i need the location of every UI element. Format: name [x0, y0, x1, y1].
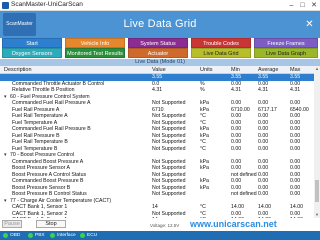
- nav-actuator-button[interactable]: Actuator: [128, 48, 188, 58]
- window-titlebar: ScanMaster-UniCarScan – □ ✕: [0, 0, 320, 11]
- status-pbx: PBX: [35, 233, 45, 238]
- grid-column-headers: Description Value Units Min Average Max: [0, 66, 320, 74]
- nav-start-button[interactable]: Start: [2, 38, 62, 48]
- window-close-button[interactable]: ✕: [308, 0, 320, 11]
- app-icon: [2, 2, 9, 9]
- pause-button[interactable]: Pause: [2, 220, 22, 228]
- minimize-button[interactable]: –: [286, 0, 297, 11]
- col-average[interactable]: Average: [258, 66, 278, 74]
- pbx-status-icon: [28, 233, 33, 238]
- website-link[interactable]: www.unicarscan.net: [190, 219, 277, 229]
- scroll-thumb[interactable]: [315, 180, 319, 202]
- col-max[interactable]: Max: [290, 66, 300, 74]
- nav-row-1: Start Vehicle Info System Status Trouble…: [0, 38, 320, 48]
- nav-system-status-button[interactable]: System Status: [128, 38, 188, 48]
- page-title: Live Data Grid: [123, 18, 197, 30]
- status-obd: OBD: [10, 233, 21, 238]
- nav-row-2: Oxygen Sensors Monitored Test Results Ac…: [0, 48, 320, 58]
- stop-button[interactable]: Stop: [36, 220, 66, 228]
- col-units[interactable]: Units: [200, 66, 213, 74]
- maximize-button[interactable]: □: [297, 0, 308, 11]
- nav-vehicle-info-button[interactable]: Vehicle Info: [65, 38, 125, 48]
- section-subheader: Live Data (Mode 01): [0, 59, 320, 66]
- status-interface: Interface: [57, 233, 76, 238]
- status-ecu: ECU: [87, 233, 98, 238]
- col-value[interactable]: Value: [152, 66, 166, 74]
- nav-live-data-grid-button[interactable]: Live Data Grid: [191, 48, 251, 58]
- voltage-readout: Voltage: 12.5V: [150, 223, 180, 228]
- window-title: ScanMaster-UniCarScan: [11, 1, 83, 8]
- footer-bar: Pause Stop Voltage: 12.5V www.unicarscan…: [0, 218, 320, 231]
- grid-scrollbar[interactable]: ▲ ▼: [314, 66, 320, 218]
- nav-freeze-frames-button[interactable]: Freeze Frames: [254, 38, 318, 48]
- scroll-up-icon[interactable]: ▲: [314, 66, 320, 72]
- ecu-status-icon: [80, 233, 85, 238]
- nav-live-data-graph-button[interactable]: Live Data Graph: [254, 48, 318, 58]
- col-description[interactable]: Description: [4, 66, 32, 74]
- live-data-grid[interactable]: 3.55 3.55 3.55 3.55 Commanded Throttle Actua…: [0, 74, 314, 218]
- nav-trouble-codes-button[interactable]: Trouble Codes: [191, 38, 251, 48]
- col-min[interactable]: Min: [231, 66, 240, 74]
- obd-status-icon: [3, 233, 8, 238]
- close-icon[interactable]: ✕: [304, 19, 315, 30]
- app-header: ScanMaster Live Data Grid ✕: [0, 11, 320, 38]
- interface-status-icon: [50, 233, 55, 238]
- nav-oxygen-sensors-button[interactable]: Oxygen Sensors: [2, 48, 62, 58]
- status-bar: OBD PBX Interface ECU: [0, 231, 320, 240]
- nav-monitored-tests-button[interactable]: Monitored Test Results: [65, 48, 125, 58]
